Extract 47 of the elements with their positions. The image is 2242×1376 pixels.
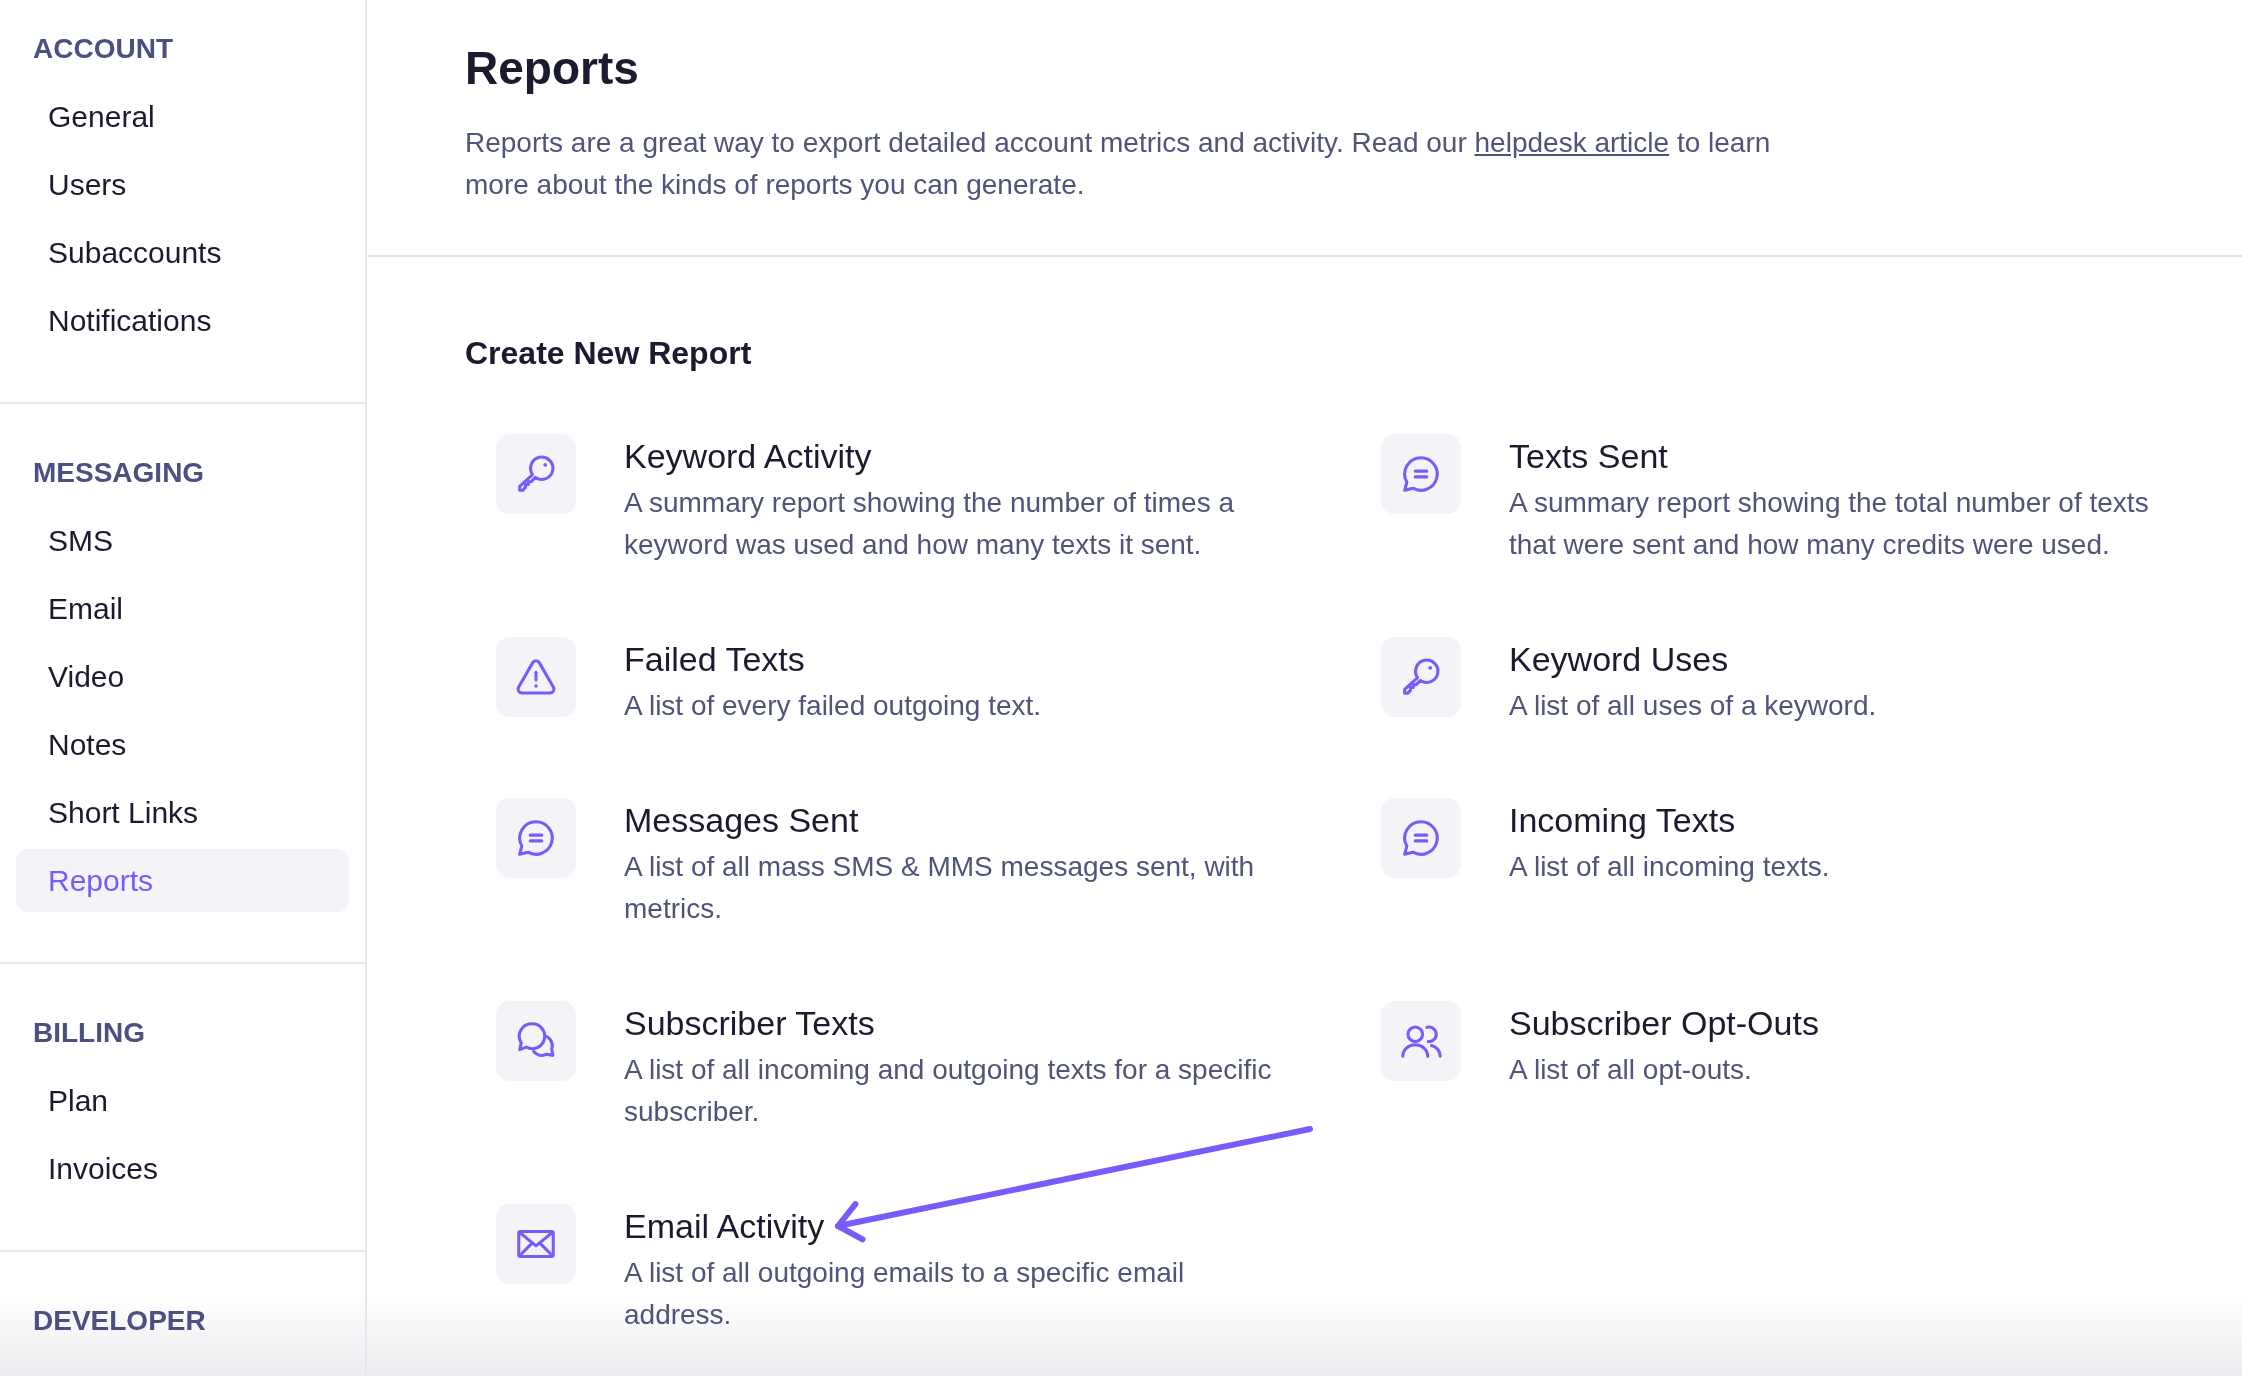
- section-heading: MESSAGING: [33, 456, 205, 490]
- page-description: Reports are a great way to export detailed account metrics and activity. Read our helpdesk article to learn more about the kinds of reports you can generate.: [465, 126, 1772, 202]
- sidebar-item[interactable]: Plan: [16, 1069, 349, 1132]
- sidebar-item[interactable]: Subaccounts: [16, 221, 349, 284]
- report-title[interactable]: Incoming Texts: [1509, 798, 1736, 842]
- sidebar-item[interactable]: Video: [16, 645, 349, 708]
- report-title[interactable]: Subscriber Opt-Outs: [1509, 1001, 1819, 1045]
- report-description: A list of all mass SMS & MMS messages sent, with metrics.: [624, 850, 1256, 926]
- helpdesk-link[interactable]: helpdesk article: [1474, 127, 1670, 158]
- sidebar-item[interactable]: Notes: [16, 713, 349, 776]
- sidebar-item[interactable]: Notifications: [16, 289, 349, 352]
- warning-icon: [496, 637, 576, 717]
- report-title[interactable]: Messages Sent: [624, 798, 859, 842]
- users-icon: [1381, 1001, 1461, 1081]
- chat-bubbles-icon: [496, 1001, 576, 1081]
- report-title[interactable]: Keyword Uses: [1509, 637, 1729, 681]
- sidebar-item[interactable]: Users: [16, 153, 349, 216]
- report-description: A summary report showing the number of times a keyword was used and how many texts it sent.: [624, 486, 1236, 562]
- sidebar-item[interactable]: Invoices: [16, 1137, 349, 1200]
- section-heading: BILLING: [33, 1016, 145, 1050]
- chat-bubble-icon: [496, 798, 576, 878]
- report-description: A list of all uses of a keyword.: [1509, 689, 1878, 723]
- report-description: A summary report showing the total number of texts that were sent and how many credits were used.: [1509, 486, 2150, 562]
- report-description: A list of all incoming texts.: [1509, 850, 1831, 884]
- report-title[interactable]: Texts Sent: [1509, 434, 1668, 478]
- sidebar-item[interactable]: SMS: [16, 509, 349, 572]
- report-description: A list of all outgoing emails to a specific email address.: [624, 1256, 1186, 1332]
- chat-bubble-icon: [1381, 798, 1461, 878]
- section-heading: DEVELOPER: [33, 1304, 206, 1338]
- envelope-icon: [496, 1204, 576, 1284]
- chat-bubble-icon: [1381, 434, 1461, 514]
- report-description: A list of all opt-outs.: [1509, 1053, 1753, 1087]
- page-title: Reports: [465, 41, 639, 96]
- sidebar-item[interactable]: Reports: [16, 849, 349, 912]
- report-description: A list of every failed outgoing text.: [624, 689, 1043, 723]
- sidebar-item[interactable]: Email: [16, 577, 349, 640]
- key-icon: [1381, 637, 1461, 717]
- key-icon: [496, 434, 576, 514]
- sidebar-item[interactable]: Short Links: [16, 781, 349, 844]
- report-title[interactable]: Subscriber Texts: [624, 1001, 875, 1045]
- section-heading: ACCOUNT: [33, 32, 173, 66]
- report-description: A list of all incoming and outgoing texts for a specific subscriber.: [624, 1053, 1273, 1129]
- report-title[interactable]: Keyword Activity: [624, 434, 872, 478]
- report-title[interactable]: Failed Texts: [624, 637, 805, 681]
- section-title: Create New Report: [465, 334, 752, 373]
- report-title[interactable]: Email Activity: [624, 1204, 825, 1248]
- sidebar-item[interactable]: General: [16, 85, 349, 148]
